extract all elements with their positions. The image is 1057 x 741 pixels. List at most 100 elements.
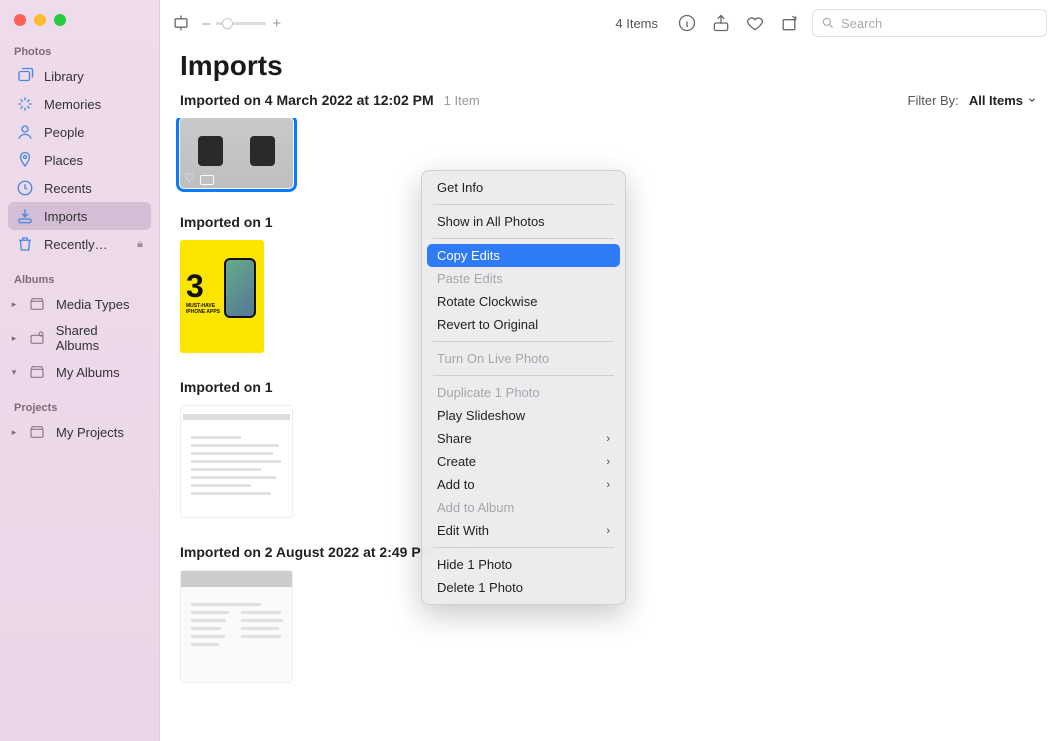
zoom-slider[interactable]: – + — [202, 15, 281, 32]
menu-separator — [433, 204, 614, 205]
window-traffic-lights — [0, 8, 159, 40]
sidebar-item-label: People — [44, 125, 84, 140]
search-input[interactable]: Search — [812, 9, 1047, 37]
sidebar-item-people[interactable]: People — [8, 118, 151, 146]
slider-knob[interactable] — [222, 18, 233, 29]
zoom-out-label[interactable]: – — [202, 15, 210, 32]
sidebar-item-label: Library — [44, 69, 84, 84]
share-icon[interactable] — [710, 12, 732, 34]
search-icon — [821, 16, 835, 30]
sparkles-icon — [16, 95, 34, 113]
clock-icon — [16, 179, 34, 197]
sidebar-item-memories[interactable]: Memories — [8, 90, 151, 118]
chevron-right-icon: › — [606, 525, 610, 537]
chevron-right-icon: › — [606, 433, 610, 445]
sidebar-item-my-projects[interactable]: ▸ My Projects — [8, 418, 151, 446]
chevron-down-icon — [1027, 95, 1037, 105]
menu-separator — [433, 375, 614, 376]
info-icon[interactable] — [676, 12, 698, 34]
favorite-heart-icon: ♡ — [184, 171, 195, 185]
filter-by-dropdown[interactable]: All Items — [969, 93, 1037, 108]
photo-thumbnail[interactable] — [180, 570, 293, 683]
lock-icon: 🔒︎ — [137, 238, 143, 251]
sidebar-item-label: My Albums — [56, 365, 120, 380]
close-window-button[interactable] — [14, 14, 26, 26]
zoom-in-label[interactable]: + — [272, 15, 281, 32]
context-menu: Get Info Show in All Photos Copy Edits P… — [421, 170, 626, 605]
photo-thumbnail[interactable] — [180, 405, 293, 518]
sidebar-item-recents[interactable]: Recents — [8, 174, 151, 202]
group-title: Imported on 1 — [180, 379, 273, 395]
archive-icon — [28, 295, 46, 313]
shared-album-icon — [28, 329, 46, 347]
menu-item-delete-photo[interactable]: Delete 1 Photo — [427, 576, 620, 599]
person-icon — [16, 123, 34, 141]
photo-thumbnail[interactable]: ♡ — [180, 118, 293, 188]
fullscreen-window-button[interactable] — [54, 14, 66, 26]
menu-item-add-to[interactable]: Add to› — [427, 473, 620, 496]
group-title: Imported on 2 August 2022 at 2:49 PM — [180, 544, 432, 560]
photo-library-icon — [16, 67, 34, 85]
sidebar-item-my-albums[interactable]: ▾ My Albums — [8, 358, 151, 386]
filter-by-label: Filter By: — [908, 93, 959, 108]
menu-item-get-info[interactable]: Get Info — [427, 176, 620, 199]
sidebar-item-imports[interactable]: Imports — [8, 202, 151, 230]
sidebar-section-photos: Photos — [0, 40, 159, 62]
archive-icon — [28, 423, 46, 441]
chevron-right-icon[interactable]: ▸ — [10, 427, 18, 438]
menu-item-show-in-all-photos[interactable]: Show in All Photos — [427, 210, 620, 233]
media-badge-icon — [200, 175, 214, 185]
pin-icon — [16, 151, 34, 169]
menu-item-copy-edits[interactable]: Copy Edits — [427, 244, 620, 267]
first-group-count-inline: 1 Item — [444, 93, 480, 108]
sidebar-item-label: Recents — [44, 181, 92, 196]
menu-separator — [433, 547, 614, 548]
chevron-right-icon[interactable]: ▸ — [10, 333, 18, 344]
chevron-right-icon: › — [606, 456, 610, 468]
sidebar-item-places[interactable]: Places — [8, 146, 151, 174]
menu-item-add-to-album: Add to Album — [427, 496, 620, 519]
sidebar-item-label: Imports — [44, 209, 87, 224]
menu-item-play-slideshow[interactable]: Play Slideshow — [427, 404, 620, 427]
download-icon — [16, 207, 34, 225]
search-placeholder: Search — [841, 16, 882, 31]
sidebar-item-label: My Projects — [56, 425, 124, 440]
toolbar: – + 4 Items Search — [160, 0, 1057, 46]
group-title: Imported on 1 — [180, 214, 273, 230]
photo-thumbnail[interactable]: 3 MUST-HAVEIPHONE APPS — [180, 240, 264, 353]
trash-icon — [16, 235, 34, 253]
menu-item-share[interactable]: Share› — [427, 427, 620, 450]
chevron-right-icon[interactable]: ▸ — [10, 299, 18, 310]
sidebar-item-recently-deleted[interactable]: Recently… 🔒︎ — [8, 230, 151, 258]
first-group-title-inline: Imported on 4 March 2022 at 12:02 PM — [180, 92, 434, 108]
aspect-crop-icon[interactable] — [170, 12, 192, 34]
menu-item-create[interactable]: Create› — [427, 450, 620, 473]
sidebar-item-label: Shared Albums — [56, 323, 143, 353]
page-title: Imports — [180, 50, 1037, 82]
slider-track[interactable] — [216, 22, 266, 25]
archive-icon — [28, 363, 46, 381]
menu-item-turn-on-live-photo: Turn On Live Photo — [427, 347, 620, 370]
main-content: – + 4 Items Search Imports Imported on 4… — [160, 0, 1057, 741]
sidebar-section-albums: Albums — [0, 268, 159, 290]
menu-item-rotate-clockwise[interactable]: Rotate Clockwise — [427, 290, 620, 313]
sidebar: Photos Library Memories People Places Re… — [0, 0, 159, 741]
favorite-heart-icon[interactable] — [744, 12, 766, 34]
sidebar-section-projects: Projects — [0, 396, 159, 418]
chevron-down-icon[interactable]: ▾ — [10, 367, 18, 378]
chevron-right-icon: › — [606, 479, 610, 491]
menu-item-revert-to-original[interactable]: Revert to Original — [427, 313, 620, 336]
menu-item-paste-edits: Paste Edits — [427, 267, 620, 290]
sidebar-item-label: Places — [44, 153, 83, 168]
menu-item-hide-photo[interactable]: Hide 1 Photo — [427, 553, 620, 576]
sidebar-item-media-types[interactable]: ▸ Media Types — [8, 290, 151, 318]
menu-item-duplicate: Duplicate 1 Photo — [427, 381, 620, 404]
menu-item-edit-with[interactable]: Edit With› — [427, 519, 620, 542]
menu-separator — [433, 341, 614, 342]
sidebar-item-shared-albums[interactable]: ▸ Shared Albums — [8, 318, 151, 358]
minimize-window-button[interactable] — [34, 14, 46, 26]
item-count: 4 Items — [615, 16, 658, 31]
rotate-icon[interactable] — [778, 12, 800, 34]
sidebar-item-library[interactable]: Library — [8, 62, 151, 90]
menu-separator — [433, 238, 614, 239]
